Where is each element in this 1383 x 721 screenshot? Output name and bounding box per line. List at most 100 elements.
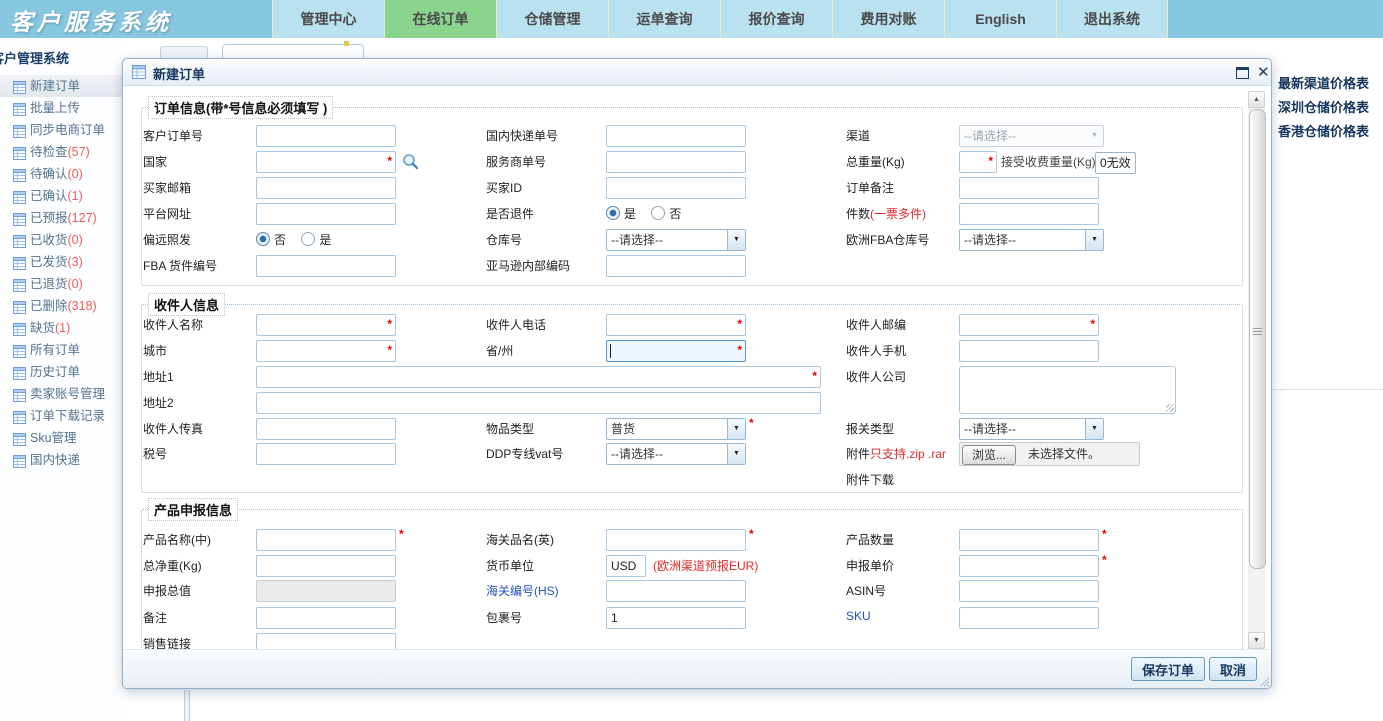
dialog-resize-grip-icon[interactable] xyxy=(1259,676,1269,686)
company-textarea[interactable] xyxy=(959,366,1176,414)
mobile-input[interactable] xyxy=(959,340,1099,362)
sku-link[interactable]: SKU xyxy=(846,605,871,627)
dialog-scrollbar[interactable]: ▲ ▼ xyxy=(1248,91,1265,649)
asin-input[interactable] xyxy=(959,580,1099,602)
dialog-titlebar[interactable]: 新建订单 ✕ xyxy=(123,59,1271,86)
platform-url-input[interactable] xyxy=(256,203,396,225)
customer-order-no-input[interactable] xyxy=(256,125,396,147)
tab-logout[interactable]: 退出系统 xyxy=(1056,0,1168,38)
warehouse-select[interactable]: --请选择-- ▼ xyxy=(606,229,746,251)
currency-input[interactable] xyxy=(606,555,646,577)
tab-waybill-query[interactable]: 运单查询 xyxy=(608,0,720,38)
net-weight-label: 总净重(Kg) xyxy=(143,555,202,577)
customs-type-label: 报关类型 xyxy=(846,418,894,440)
maximize-icon[interactable] xyxy=(1236,67,1249,79)
price-link-list: 最新渠道价格表 深圳仓储价格表 香港仓储价格表 xyxy=(1278,72,1369,144)
address1-input[interactable] xyxy=(256,366,821,388)
country-input[interactable] xyxy=(256,151,396,173)
product-name-cn-input[interactable] xyxy=(256,529,396,551)
browse-button[interactable]: 浏览... xyxy=(962,445,1016,465)
recipient-info-legend: 收件人信息 xyxy=(148,293,225,316)
tax-no-label: 税号 xyxy=(143,443,167,465)
sidebar-item-sku-management[interactable]: Sku管理 xyxy=(0,427,122,449)
link-hongkong-warehouse-prices[interactable]: 香港仓储价格表 xyxy=(1278,120,1369,144)
search-icon[interactable] xyxy=(402,153,419,173)
radio-remote-no[interactable] xyxy=(256,232,270,246)
sidebar-item-all-orders[interactable]: 所有订单 xyxy=(0,339,122,361)
sidebar-item-returned[interactable]: 已退货(0) xyxy=(0,273,122,295)
sidebar-item-domestic-express[interactable]: 国内快递 xyxy=(0,449,122,471)
chevron-down-icon: ▼ xyxy=(727,230,745,250)
order-remark-input[interactable] xyxy=(959,177,1099,199)
sidebar-item-deleted[interactable]: 已删除(318) xyxy=(0,295,122,317)
zip-input[interactable] xyxy=(959,314,1099,336)
fba-shipment-no-input[interactable] xyxy=(256,255,396,277)
link-latest-channel-prices[interactable]: 最新渠道价格表 xyxy=(1278,72,1369,96)
hs-code-link[interactable]: 海关编号(HS) xyxy=(486,580,559,602)
declared-unit-price-input[interactable] xyxy=(959,555,1099,577)
scroll-down-icon[interactable]: ▼ xyxy=(1248,632,1265,649)
item-type-select[interactable]: 普货 ▼ xyxy=(606,418,746,440)
attachment-file-input[interactable]: 浏览... 未选择文件。 xyxy=(959,442,1140,466)
remark-input[interactable] xyxy=(256,607,396,629)
radio-return-no[interactable] xyxy=(651,206,665,220)
state-label: 省/州 xyxy=(486,340,513,362)
scroll-up-icon[interactable]: ▲ xyxy=(1248,91,1265,108)
ddp-vat-select[interactable]: --请选择-- ▼ xyxy=(606,443,746,465)
package-no-input[interactable] xyxy=(606,607,746,629)
net-weight-input[interactable] xyxy=(256,555,396,577)
buyer-email-input[interactable] xyxy=(256,177,396,199)
cancel-button[interactable]: 取消 xyxy=(1209,657,1257,681)
sidebar-item-shipped[interactable]: 已发货(3) xyxy=(0,251,122,273)
pieces-input[interactable] xyxy=(959,203,1099,225)
provider-order-no-input[interactable] xyxy=(606,151,746,173)
tab-english[interactable]: English xyxy=(944,0,1056,38)
sidebar-item-pending-confirm[interactable]: 待确认(0) xyxy=(0,163,122,185)
recipient-name-input[interactable] xyxy=(256,314,396,336)
sidebar-item-confirmed[interactable]: 已确认(1) xyxy=(0,185,122,207)
sidebar-item-pending-check[interactable]: 待检查(57) xyxy=(0,141,122,163)
customs-name-en-input[interactable] xyxy=(606,529,746,551)
scrollbar-thumb[interactable] xyxy=(1249,109,1266,569)
currency-field xyxy=(606,555,646,577)
address2-input[interactable] xyxy=(256,392,821,414)
tab-admin-center[interactable]: 管理中心 xyxy=(272,0,384,38)
sidebar-item-history-orders[interactable]: 历史订单 xyxy=(0,361,122,383)
sidebar-item-new-order[interactable]: 新建订单 xyxy=(0,75,122,97)
radio-remote-yes[interactable] xyxy=(301,232,315,246)
hs-code-input[interactable] xyxy=(606,580,746,602)
radio-return-yes[interactable] xyxy=(606,206,620,220)
item-count: (0) xyxy=(68,233,83,247)
city-input[interactable] xyxy=(256,340,396,362)
chevron-down-icon: ▼ xyxy=(727,419,745,439)
eu-fba-warehouse-select[interactable]: --请选择-- ▼ xyxy=(959,229,1104,251)
sidebar-item-out-of-stock[interactable]: 缺货(1) xyxy=(0,317,122,339)
save-order-button[interactable]: 保存订单 xyxy=(1131,657,1205,681)
recipient-phone-input[interactable] xyxy=(606,314,746,336)
close-icon[interactable]: ✕ xyxy=(1257,63,1270,81)
tab-quote-query[interactable]: 报价查询 xyxy=(720,0,832,38)
sku-input[interactable] xyxy=(959,607,1099,629)
qty-input[interactable] xyxy=(959,529,1099,551)
asin-field xyxy=(959,580,1099,602)
sidebar-item-seller-accounts[interactable]: 卖家账号管理 xyxy=(0,383,122,405)
sidebar-item-sync-ecom-orders[interactable]: 同步电商订单 xyxy=(0,119,122,141)
recipient-fax-input[interactable] xyxy=(256,418,396,440)
domestic-express-no-input[interactable] xyxy=(606,125,746,147)
tab-warehouse[interactable]: 仓储管理 xyxy=(496,0,608,38)
state-input[interactable] xyxy=(606,340,746,362)
table-icon xyxy=(132,65,146,79)
sidebar-item-received[interactable]: 已收货(0) xyxy=(0,229,122,251)
item-count: (1) xyxy=(68,189,83,203)
tab-online-orders[interactable]: 在线订单 xyxy=(384,0,496,38)
customs-type-select[interactable]: --请选择-- ▼ xyxy=(959,418,1104,440)
sidebar-item-order-downloads[interactable]: 订单下载记录 xyxy=(0,405,122,427)
tax-no-input[interactable] xyxy=(256,443,396,465)
link-shenzhen-warehouse-prices[interactable]: 深圳仓储价格表 xyxy=(1278,96,1369,120)
tab-fee-reconciliation[interactable]: 费用对账 xyxy=(832,0,944,38)
buyer-id-input[interactable] xyxy=(606,177,746,199)
sidebar-item-batch-upload[interactable]: 批量上传 xyxy=(0,97,122,119)
resize-grip-icon[interactable] xyxy=(1166,404,1174,412)
amazon-internal-code-input[interactable] xyxy=(606,255,746,277)
sidebar-item-forecasted[interactable]: 已预报(127) xyxy=(0,207,122,229)
